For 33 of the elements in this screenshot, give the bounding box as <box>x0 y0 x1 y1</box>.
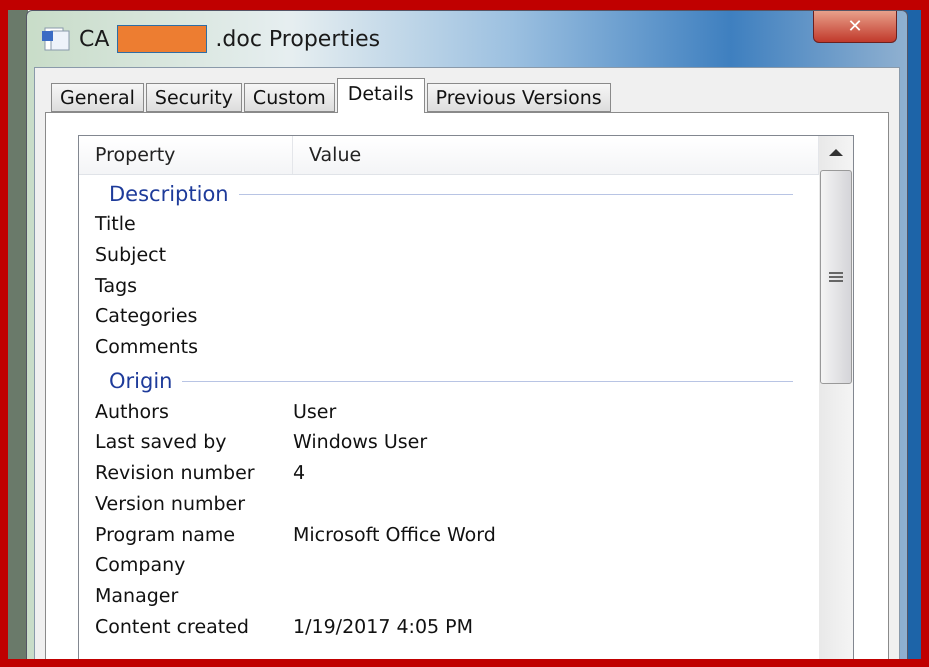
tab[interactable]: Details <box>336 78 425 113</box>
column-header[interactable]: Property <box>79 136 293 174</box>
tab[interactable]: General <box>51 83 144 112</box>
window-title: .doc Properties <box>215 26 380 52</box>
window-title: CA <box>79 26 110 52</box>
property-name: Version number <box>94 492 246 515</box>
property-name: Content created <box>94 616 250 638</box>
grip-icon <box>829 272 843 282</box>
property-name: Manager <box>94 584 180 607</box>
document-icon <box>41 26 71 52</box>
scroll-thumb[interactable] <box>820 170 852 384</box>
group-heading: Origin <box>109 369 172 394</box>
property-name: Comments <box>94 336 199 358</box>
tab[interactable]: Custom <box>244 83 335 112</box>
property-name: Subject <box>94 244 168 266</box>
scroll-up-icon[interactable] <box>829 148 843 156</box>
group-heading: Description <box>109 182 229 206</box>
property-name: Authors <box>94 400 170 423</box>
property-name: Categories <box>94 305 198 328</box>
property-value: Microsoft Office Word <box>293 524 496 546</box>
property-value: Windows User <box>293 431 428 454</box>
property-name: Program name <box>94 524 236 546</box>
property-value: 1/19/2017 4:05 PM <box>293 616 474 638</box>
property-name: Last saved by <box>94 431 228 454</box>
property-value: User <box>293 400 336 423</box>
property-value: 4 <box>293 462 306 484</box>
property-name: Title <box>94 213 137 236</box>
property-name: Tags <box>94 274 138 297</box>
tab[interactable]: Previous Versions <box>426 83 611 112</box>
property-name: Revision number <box>94 462 256 484</box>
scrollbar[interactable] <box>819 136 853 659</box>
tab[interactable]: Security <box>146 83 242 112</box>
property-name: Company <box>94 554 186 576</box>
